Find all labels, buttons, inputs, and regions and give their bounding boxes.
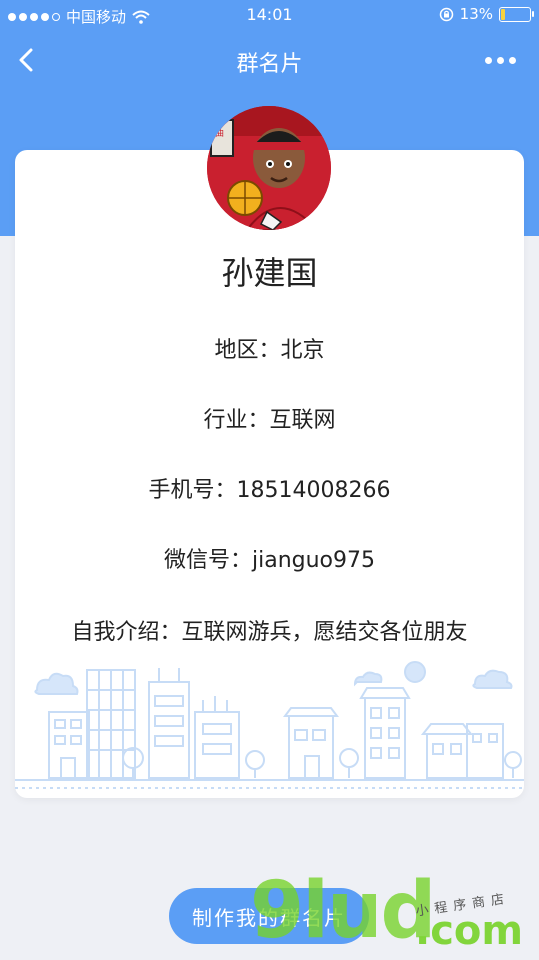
watermark-suffix-text: .com [415,908,524,954]
status-right: 13% [439,5,534,23]
basketball-player-avatar-image: 曲 [207,106,331,230]
more-dots-icon [485,56,492,64]
navigation-bar: 群名片 [0,38,539,84]
more-button[interactable] [485,52,521,68]
profile-name: 孙建国 [221,254,318,292]
region-text: 地区：北京 [214,338,325,363]
industry-text: 行业：互联网 [203,408,336,433]
city-skyline-illustration [15,661,524,789]
watermark-logo: 9lud 小程序商店 .com [250,866,539,960]
page-title: 群名片 [236,52,303,77]
wechat-text: 微信号：jianguo975 [163,548,375,573]
status-bar: 中国移动 14:01 13% [0,0,539,30]
rotation-lock-icon [439,7,453,21]
phone-text: 手机号：18514008266 [148,478,391,503]
watermark-big-text: 9lud [250,866,436,956]
battery-percent: 13% [459,5,493,23]
battery-icon [499,6,534,22]
avatar: 曲 [207,106,331,230]
